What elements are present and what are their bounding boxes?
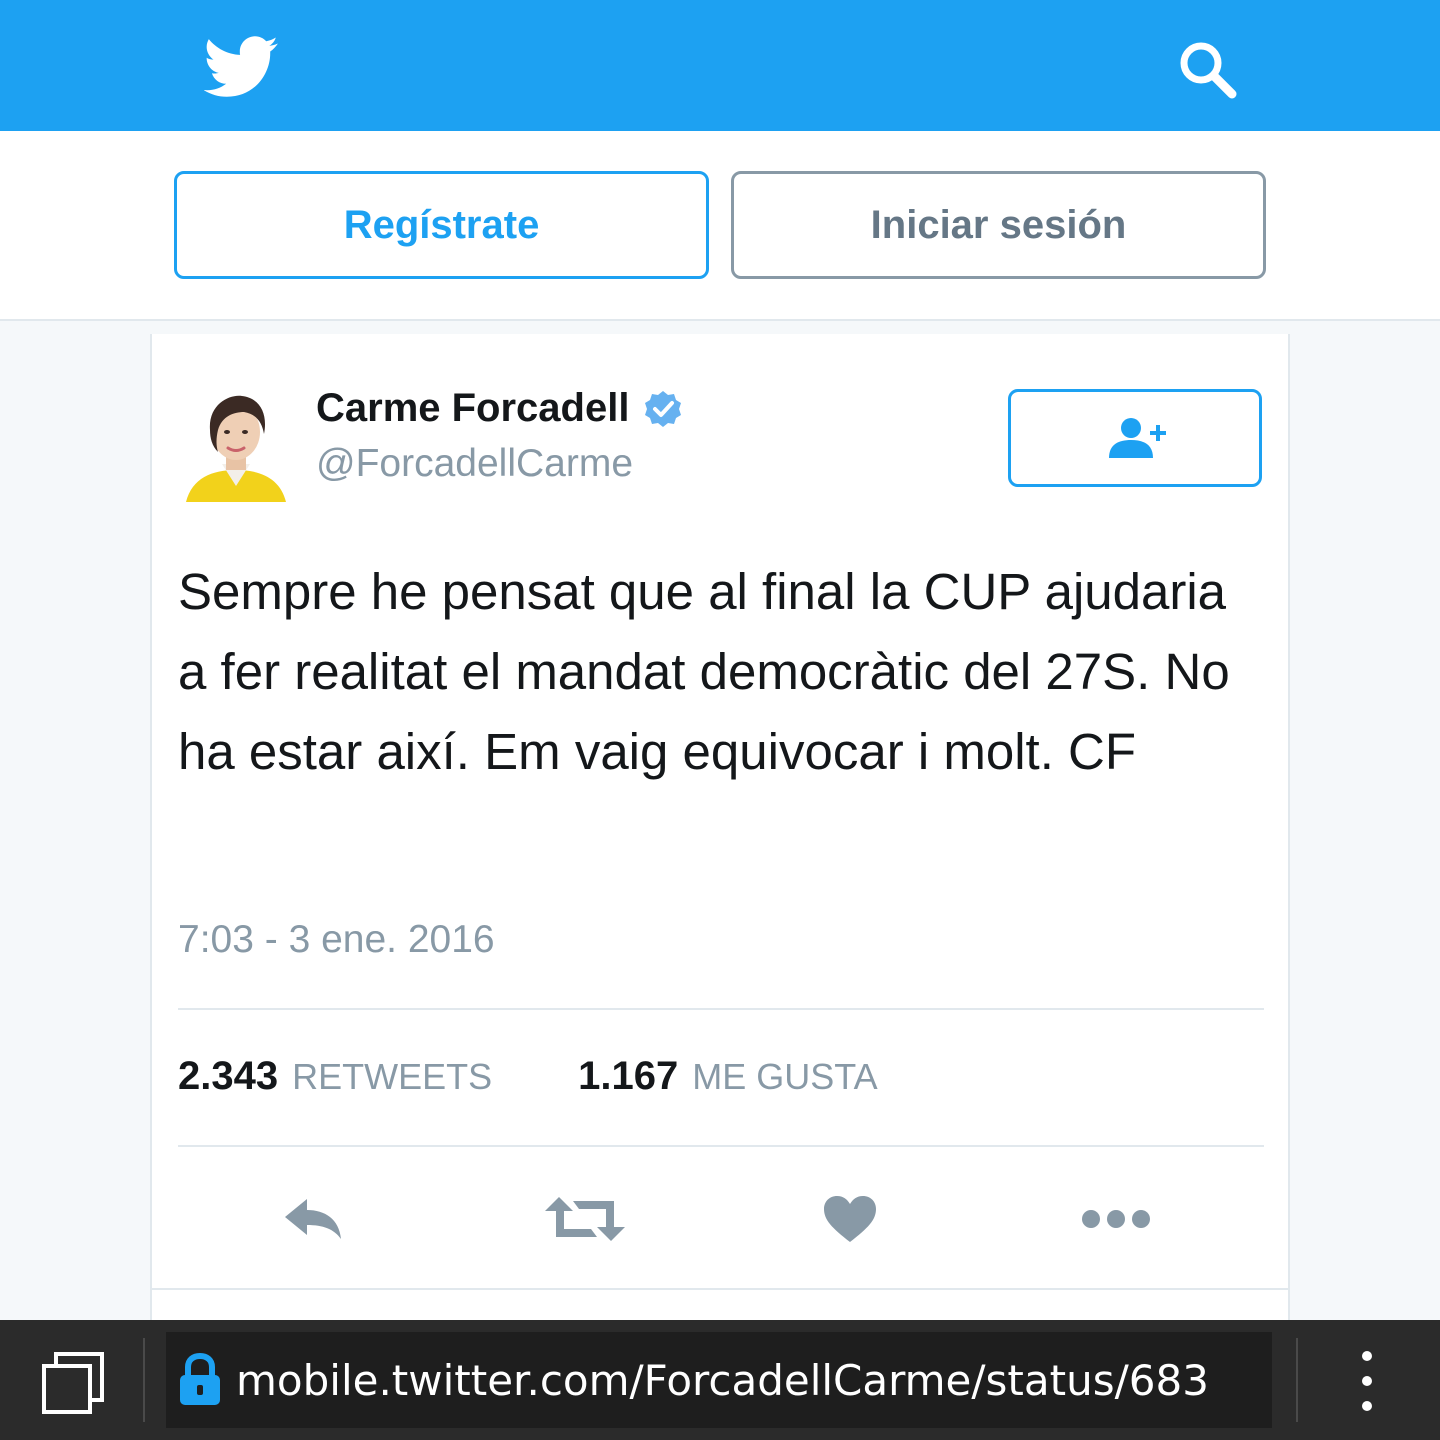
url-text: mobile.twitter.com/ForcadellCarme/status…	[236, 1355, 1209, 1405]
lock-icon	[180, 1353, 220, 1405]
card-separator	[152, 1288, 1288, 1290]
more-button[interactable]	[1078, 1184, 1154, 1254]
twitter-bird-icon[interactable]	[204, 36, 280, 98]
tweet-text: Sempre he pensat que al final la CUP aju…	[178, 563, 1230, 780]
likes-count: 1.167	[578, 1054, 679, 1098]
heart-icon	[824, 1196, 876, 1242]
retweets-count: 2.343	[178, 1054, 279, 1098]
login-button[interactable]: Iniciar sesión	[731, 171, 1266, 279]
add-user-icon	[1109, 418, 1166, 458]
author-handle[interactable]: @ForcadellCarme	[316, 442, 633, 486]
browser-bar: mobile.twitter.com/ForcadellCarme/status…	[0, 1320, 1440, 1440]
follow-button[interactable]	[1008, 389, 1262, 487]
separator	[143, 1338, 145, 1422]
retweets-label: RETWEETS	[292, 1056, 493, 1097]
reply-button[interactable]	[278, 1184, 348, 1254]
tweet-stats: 2.343 RETWEETS 1.167 ME GUSTA	[178, 1054, 964, 1104]
retweet-button[interactable]	[542, 1184, 628, 1254]
divider	[178, 1008, 1264, 1010]
avatar[interactable]	[178, 386, 294, 502]
likes-label: ME GUSTA	[692, 1056, 878, 1097]
auth-bar: Regístrate Iniciar sesión	[0, 131, 1440, 321]
divider	[178, 1145, 1264, 1147]
likes-stat[interactable]: 1.167 ME GUSTA	[578, 1054, 877, 1099]
retweet-icon	[545, 1197, 625, 1241]
like-button[interactable]	[820, 1184, 880, 1254]
more-icon	[1082, 1210, 1150, 1228]
tweet-timestamp[interactable]: 7:03 - 3 ene. 2016	[178, 918, 495, 962]
author-name[interactable]: Carme Forcadell	[316, 386, 629, 431]
reply-icon	[285, 1199, 341, 1239]
tweet-actions	[152, 1184, 1288, 1254]
tabs-icon[interactable]	[40, 1350, 106, 1416]
separator	[1296, 1338, 1298, 1422]
verified-badge-icon	[645, 390, 682, 427]
tweet-card: Carme Forcadell @ForcadellCarme Sempre h…	[150, 334, 1290, 1334]
author-name-row: Carme Forcadell	[316, 386, 683, 431]
retweets-stat[interactable]: 2.343 RETWEETS	[178, 1054, 492, 1099]
search-icon[interactable]	[1174, 36, 1240, 102]
signup-button[interactable]: Regístrate	[174, 171, 709, 279]
top-nav-bar	[0, 0, 1440, 131]
kebab-menu-icon[interactable]	[1350, 1348, 1384, 1414]
avatar-illustration	[178, 386, 294, 502]
address-bar[interactable]: mobile.twitter.com/ForcadellCarme/status…	[166, 1332, 1272, 1428]
